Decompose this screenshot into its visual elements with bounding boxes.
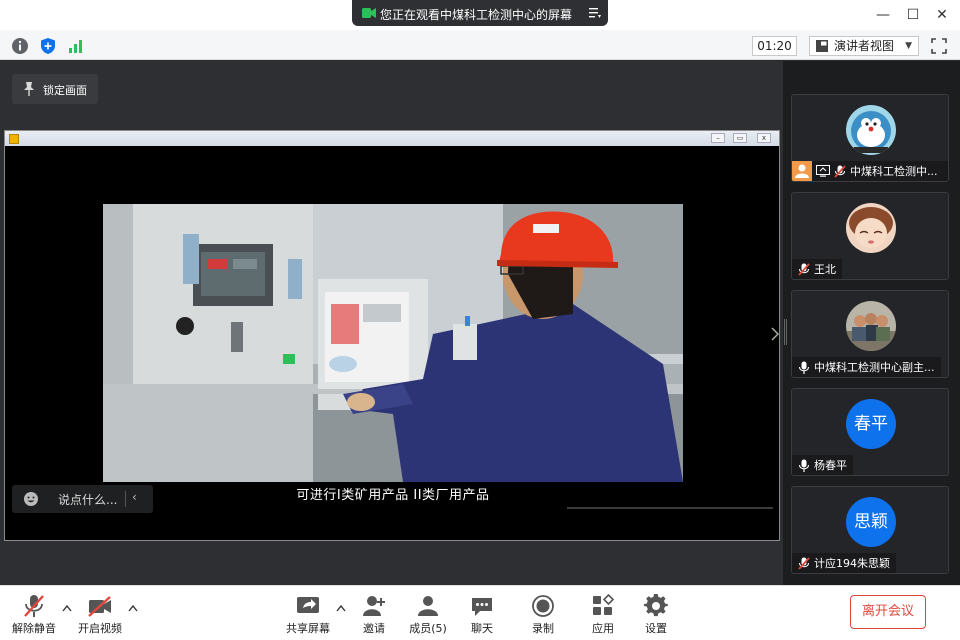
shared-screen-area: 锁定画面 – ▭ x 可进行I类矿用产品 II类厂用产品 说点什么... ‹ (0, 61, 783, 585)
meeting-timer: 01:20 (752, 36, 797, 56)
participant-name: 计应194朱思颖 (814, 557, 890, 570)
share-screen-label: 共享屏幕 (286, 622, 330, 635)
close-button[interactable]: ✕ (933, 6, 951, 24)
chevron-left-icon[interactable]: ‹ (132, 490, 137, 504)
screen-share-icon (816, 165, 830, 177)
participant-name: 中煤科工检测中心副主... (814, 361, 935, 374)
chevron-down-icon: ▼ (905, 41, 912, 51)
player-title-bar: – ▭ x (5, 131, 779, 146)
participant-tile[interactable]: 王北 (791, 192, 949, 280)
video-seek-bar[interactable] (567, 507, 773, 509)
start-video-button[interactable]: 开启视频 (70, 592, 130, 638)
chat-input-box[interactable]: 说点什么... ‹ (12, 485, 153, 513)
pin-icon (24, 82, 34, 96)
chat-label: 聊天 (471, 622, 493, 635)
menu-list-icon[interactable] (588, 6, 602, 20)
participant-tile[interactable]: 思颖 计应194朱思颖 (791, 486, 949, 574)
participant-name: 杨春平 (814, 459, 847, 472)
video-frame (103, 204, 683, 482)
participant-avatar (846, 301, 896, 351)
participant-name-bar: 中煤科工检测中... (792, 161, 948, 181)
participant-name-bar: 中煤科工检测中心副主... (792, 357, 941, 377)
members-label: 成员(5) (409, 622, 447, 635)
participant-avatar (846, 203, 896, 253)
player-app-icon (9, 134, 19, 144)
title-bar: 您正在观看中煤科工检测中心的屏幕 — ☐ ✕ (0, 0, 960, 30)
participant-name-bar: 杨春平 (792, 455, 853, 475)
shield-icon[interactable] (39, 37, 57, 55)
chat-divider (125, 491, 126, 507)
host-icon (792, 161, 812, 181)
participants-panel: 中煤科工检测中... 王北 中煤科工检测中心副主... 春平 杨春平 思颖 计应… (783, 61, 960, 585)
view-mode-label: 演讲者视图 (834, 39, 895, 53)
participant-tile[interactable]: 中煤科工检测中... (791, 94, 949, 182)
video-player-window: – ▭ x 可进行I类矿用产品 II类厂用产品 (4, 130, 780, 541)
chat-icon (472, 598, 492, 616)
share-banner[interactable]: 您正在观看中煤科工检测中心的屏幕 (352, 0, 608, 26)
add-user-icon (363, 596, 385, 616)
mic-muted-icon (798, 262, 810, 276)
gear-icon (643, 594, 668, 617)
player-minimize-button[interactable]: – (711, 133, 725, 143)
participant-name-bar: 计应194朱思颖 (792, 553, 896, 573)
settings-button[interactable]: 设置 (626, 592, 686, 638)
record-label: 录制 (532, 622, 554, 635)
minimize-button[interactable]: — (874, 6, 892, 24)
members-button[interactable]: 成员(5) (398, 592, 458, 638)
player-restore-button[interactable]: ▭ (733, 133, 747, 143)
info-toolbar: 01:20 演讲者视图 ▼ (0, 30, 960, 60)
fullscreen-icon[interactable] (930, 37, 948, 55)
meeting-controls-bar: 解除静音 开启视频 共享屏幕 邀请 成员(5) 聊天 录制 应用 设置 离开会议 (0, 585, 960, 640)
start-video-label: 开启视频 (78, 622, 122, 635)
mic-icon (799, 361, 809, 374)
collapse-panel-button[interactable] (767, 314, 783, 354)
emoji-icon[interactable] (23, 491, 39, 507)
record-icon (532, 595, 554, 617)
participant-avatar (846, 105, 896, 155)
view-mode-dropdown[interactable]: 演讲者视图 ▼ (809, 36, 919, 56)
chevron-right-icon (771, 327, 780, 341)
info-icon[interactable] (11, 37, 29, 55)
invite-label: 邀请 (363, 622, 385, 635)
share-screen-button[interactable]: 共享屏幕 (278, 592, 338, 638)
members-icon (418, 596, 438, 616)
participant-avatar-initials: 思颖 (846, 497, 896, 547)
leave-meeting-button[interactable]: 离开会议 (850, 595, 926, 629)
apps-button[interactable]: 应用 (573, 592, 633, 638)
mic-muted-icon (834, 164, 846, 178)
video-options-caret[interactable] (128, 604, 138, 614)
speaker-view-icon (816, 40, 828, 52)
mic-icon (799, 459, 809, 472)
participant-name-bar: 王北 (792, 259, 842, 279)
chat-button[interactable]: 聊天 (452, 592, 512, 638)
settings-label: 设置 (645, 622, 667, 635)
share-screen-icon (297, 597, 319, 613)
invite-button[interactable]: 邀请 (344, 592, 404, 638)
chevron-up-icon (128, 604, 138, 612)
participant-name: 中煤科工检测中... (850, 165, 938, 178)
unmute-button[interactable]: 解除静音 (4, 592, 64, 638)
participant-avatar-initials: 春平 (846, 399, 896, 449)
unmute-label: 解除静音 (12, 622, 56, 635)
signal-strength-icon[interactable] (67, 37, 85, 55)
mic-muted-icon (798, 556, 810, 570)
lock-view-button[interactable]: 锁定画面 (12, 74, 98, 104)
meeting-window: 您正在观看中煤科工检测中心的屏幕 — ☐ ✕ 01:20 演讲者视图 ▼ 锁定画… (0, 0, 960, 640)
panel-resize-grip[interactable] (784, 319, 787, 345)
participant-tile[interactable]: 中煤科工检测中心副主... (791, 290, 949, 378)
participant-tile[interactable]: 春平 杨春平 (791, 388, 949, 476)
chat-placeholder: 说点什么... (58, 493, 118, 507)
share-banner-text: 您正在观看中煤科工检测中心的屏幕 (380, 8, 573, 22)
apps-label: 应用 (592, 622, 614, 635)
participant-name: 王北 (814, 263, 836, 276)
record-button[interactable]: 录制 (513, 592, 573, 638)
lock-view-label: 锁定画面 (43, 84, 87, 97)
video-off-icon (88, 596, 111, 617)
video-camera-icon (362, 8, 376, 18)
mic-muted-icon (24, 595, 44, 617)
apps-icon (593, 594, 615, 615)
player-close-button[interactable]: x (757, 133, 771, 143)
maximize-button[interactable]: ☐ (904, 6, 922, 24)
